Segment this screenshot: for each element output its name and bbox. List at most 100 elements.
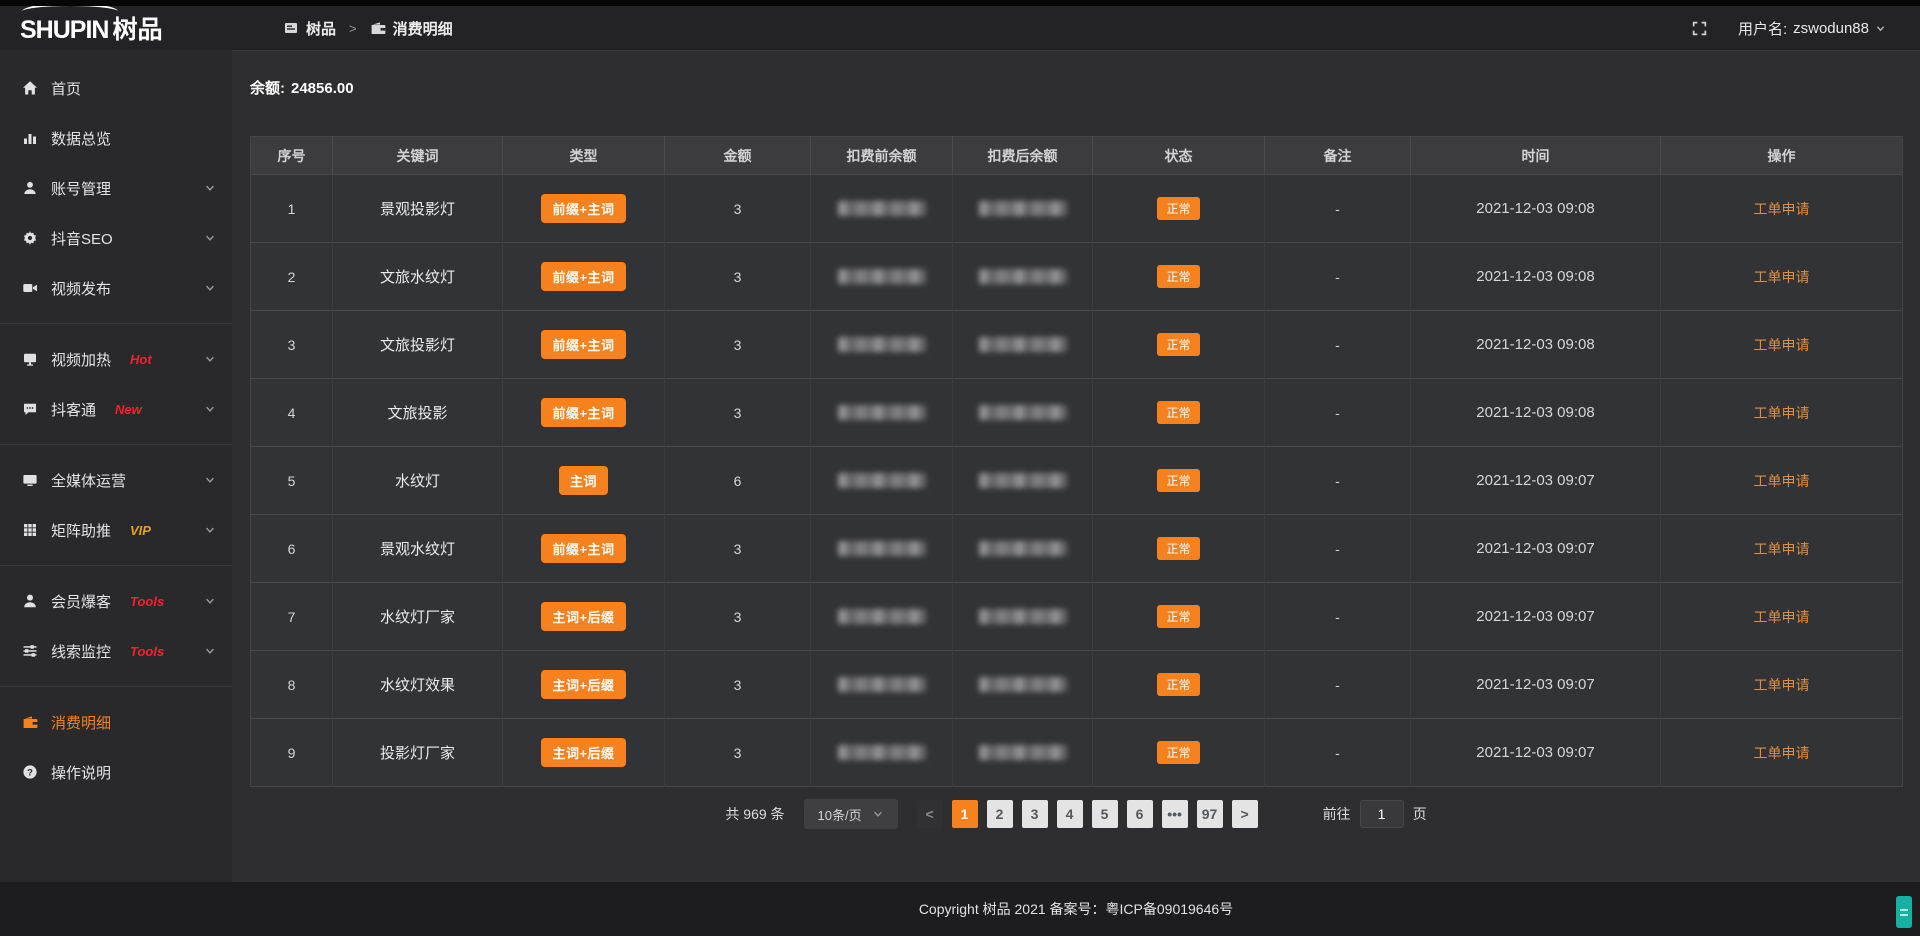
breadcrumb-separator: > bbox=[345, 21, 361, 36]
prev-page-button[interactable]: < bbox=[917, 800, 943, 828]
sidebar-item-label: 矩阵助推 bbox=[51, 520, 111, 541]
sidebar-item-video-publish[interactable]: 视频发布 bbox=[0, 263, 232, 313]
pages-ellipsis-button[interactable]: ••• bbox=[1162, 800, 1188, 828]
cell-status: 正常 bbox=[1093, 719, 1265, 787]
cell-balance-after bbox=[953, 583, 1093, 651]
cell-index: 2 bbox=[251, 243, 333, 311]
page-button-4[interactable]: 4 bbox=[1057, 800, 1083, 828]
sidebar-item-member-baoke[interactable]: 会员爆客Tools bbox=[0, 576, 232, 626]
goto-page-input[interactable] bbox=[1360, 800, 1404, 828]
type-badge: 前缀+主词 bbox=[541, 262, 625, 291]
sidebar-item-clue-monitor[interactable]: 线索监控Tools bbox=[0, 626, 232, 676]
chevron-down-icon bbox=[201, 182, 218, 194]
user-menu[interactable]: 用户名: zswodun88 bbox=[1738, 18, 1886, 39]
cell-action: 工单申请 bbox=[1661, 583, 1903, 651]
app-window: SHUPIN树品 树品 > 消费明细 用户名: zswodun88 首页数据总览账号… bbox=[0, 0, 1920, 936]
cell-balance-before bbox=[811, 651, 953, 719]
cell-time: 2021-12-03 09:08 bbox=[1411, 175, 1661, 243]
breadcrumb: 树品 > 消费明细 bbox=[283, 18, 453, 39]
masked-balance-after bbox=[979, 609, 1067, 624]
wallet-icon bbox=[370, 20, 386, 36]
cell-action: 工单申请 bbox=[1661, 651, 1903, 719]
cell-keyword: 景观投影灯 bbox=[333, 175, 503, 243]
cell-amount: 3 bbox=[665, 243, 811, 311]
page-button-6[interactable]: 6 bbox=[1127, 800, 1153, 828]
table-row: 1景观投影灯前缀+主词3正常-2021-12-03 09:08工单申请 bbox=[251, 175, 1903, 243]
sidebar-item-help[interactable]: ?操作说明 bbox=[0, 747, 232, 797]
status-badge: 正常 bbox=[1157, 469, 1199, 492]
next-page-button[interactable]: > bbox=[1232, 800, 1258, 828]
type-badge: 主词 bbox=[559, 466, 608, 495]
cell-keyword: 投影灯厂家 bbox=[333, 719, 503, 787]
fullscreen-icon[interactable] bbox=[1691, 20, 1708, 37]
type-badge: 前缀+主词 bbox=[541, 534, 625, 563]
type-badge: 主词+后缀 bbox=[541, 602, 625, 631]
sidebar-item-consume-detail[interactable]: 消费明细 bbox=[0, 697, 232, 747]
member-icon bbox=[21, 593, 38, 609]
gear-icon bbox=[21, 230, 38, 246]
sidebar-divider bbox=[0, 686, 232, 687]
sidebar-item-home[interactable]: 首页 bbox=[0, 63, 232, 113]
cell-balance-before bbox=[811, 447, 953, 515]
masked-balance-after bbox=[979, 201, 1067, 216]
sidebar-item-matrix-boost[interactable]: 矩阵助推VIP bbox=[0, 505, 232, 555]
page-button-2[interactable]: 2 bbox=[987, 800, 1013, 828]
cell-type: 主词+后缀 bbox=[503, 651, 665, 719]
cell-time: 2021-12-03 09:08 bbox=[1411, 311, 1661, 379]
type-badge: 前缀+主词 bbox=[541, 398, 625, 427]
work-order-link[interactable]: 工单申请 bbox=[1754, 609, 1810, 625]
cell-balance-before bbox=[811, 583, 953, 651]
breadcrumb-item-consume-detail[interactable]: 消费明细 bbox=[370, 18, 453, 39]
page-size-select[interactable]: 10条/页 bbox=[804, 799, 898, 829]
logo[interactable]: SHUPIN树品 bbox=[0, 10, 232, 46]
type-badge: 主词+后缀 bbox=[541, 670, 625, 699]
work-order-link[interactable]: 工单申请 bbox=[1754, 269, 1810, 285]
work-order-link[interactable]: 工单申请 bbox=[1754, 405, 1810, 421]
cell-index: 6 bbox=[251, 515, 333, 583]
sidebar-item-media-operation[interactable]: 全媒体运营 bbox=[0, 455, 232, 505]
sidebar-item-douketong[interactable]: 抖客通New bbox=[0, 384, 232, 434]
chat-icon bbox=[21, 401, 38, 417]
cell-balance-before bbox=[811, 243, 953, 311]
column-header: 状态 bbox=[1093, 137, 1265, 175]
work-order-link[interactable]: 工单申请 bbox=[1754, 677, 1810, 693]
masked-balance-before bbox=[838, 269, 926, 284]
work-order-link[interactable]: 工单申请 bbox=[1754, 337, 1810, 353]
home-icon bbox=[21, 80, 38, 96]
site-icon bbox=[283, 20, 299, 36]
cell-action: 工单申请 bbox=[1661, 719, 1903, 787]
breadcrumb-item-shupin[interactable]: 树品 bbox=[283, 18, 336, 39]
cell-keyword: 文旅投影 bbox=[333, 379, 503, 447]
pagination: 共 969 条10条/页<123456•••97>前往页 bbox=[250, 799, 1902, 829]
cell-type: 前缀+主词 bbox=[503, 311, 665, 379]
cell-status: 正常 bbox=[1093, 175, 1265, 243]
page-button-5[interactable]: 5 bbox=[1092, 800, 1118, 828]
cell-remark: - bbox=[1265, 175, 1411, 243]
work-order-link[interactable]: 工单申请 bbox=[1754, 745, 1810, 761]
chat-widget[interactable] bbox=[1896, 896, 1912, 928]
status-badge: 正常 bbox=[1157, 605, 1199, 628]
type-badge: 前缀+主词 bbox=[541, 194, 625, 223]
chevron-down-icon bbox=[201, 232, 218, 244]
cell-status: 正常 bbox=[1093, 515, 1265, 583]
work-order-link[interactable]: 工单申请 bbox=[1754, 473, 1810, 489]
cell-status: 正常 bbox=[1093, 447, 1265, 515]
work-order-link[interactable]: 工单申请 bbox=[1754, 201, 1810, 217]
cell-keyword: 水纹灯效果 bbox=[333, 651, 503, 719]
sidebar-item-data-overview[interactable]: 数据总览 bbox=[0, 113, 232, 163]
sidebar-item-account-manage[interactable]: 账号管理 bbox=[0, 163, 232, 213]
username-label: 用户名: bbox=[1738, 18, 1787, 39]
page-button-1[interactable]: 1 bbox=[952, 800, 978, 828]
sidebar-item-video-heat[interactable]: 视频加热Hot bbox=[0, 334, 232, 384]
work-order-link[interactable]: 工单申请 bbox=[1754, 541, 1810, 557]
sidebar-item-douyin-seo[interactable]: 抖音SEO bbox=[0, 213, 232, 263]
page-button-3[interactable]: 3 bbox=[1022, 800, 1048, 828]
cell-keyword: 文旅投影灯 bbox=[333, 311, 503, 379]
cell-time: 2021-12-03 09:07 bbox=[1411, 583, 1661, 651]
sidebar-item-label: 视频发布 bbox=[51, 278, 111, 299]
sidebar-divider bbox=[0, 565, 232, 566]
chevron-down-icon bbox=[201, 403, 218, 415]
chevron-down-icon bbox=[201, 524, 218, 536]
page-button-97[interactable]: 97 bbox=[1197, 800, 1223, 828]
sidebar-badge-hot: Hot bbox=[130, 352, 152, 367]
